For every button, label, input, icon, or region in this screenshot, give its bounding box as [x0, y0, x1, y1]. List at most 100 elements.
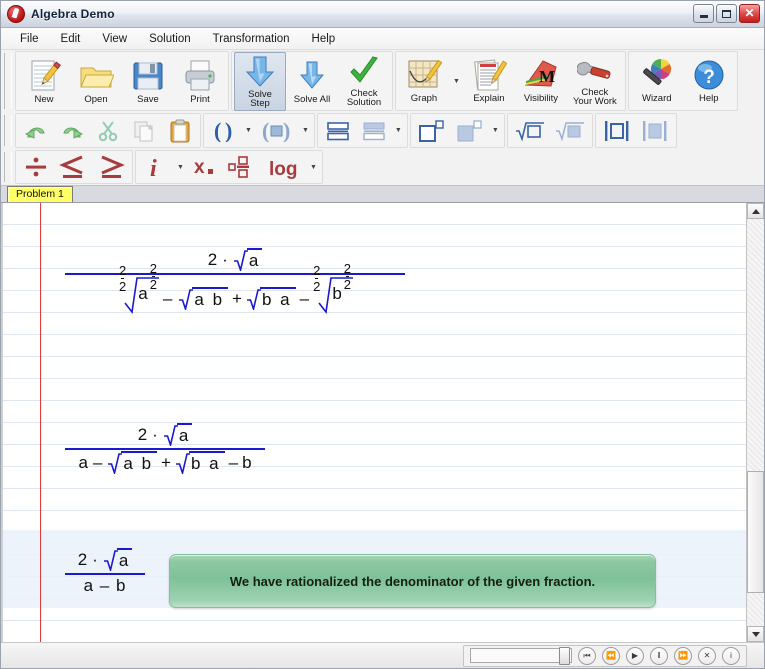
log-dropdown-arrow[interactable]: ▼ [307, 164, 320, 171]
step-1-num-radical: a [233, 248, 263, 271]
scroll-down-button[interactable] [747, 626, 764, 642]
parentheses-button[interactable]: ( ) [206, 114, 242, 148]
divide-button[interactable] [18, 150, 54, 184]
fast-forward-button[interactable]: ⏩ [674, 646, 692, 665]
info-button[interactable]: i [722, 646, 740, 665]
toolbar-grip[interactable] [4, 53, 12, 109]
scrollbar-track[interactable] [747, 219, 764, 626]
scrollbar-thumb[interactable] [747, 471, 764, 594]
maximize-button[interactable] [716, 4, 737, 23]
absolute-value-filled-button[interactable] [636, 114, 674, 148]
step-1-expression[interactable]: 2 · a 2 2 a 2 2 – a b + b a – 2 2 b 2 2 [65, 248, 405, 321]
nth-root-button[interactable] [510, 114, 550, 148]
step-2-expression[interactable]: 2 · a a – a b + b a – b [65, 423, 265, 474]
graph-dropdown-arrow[interactable]: ▼ [450, 78, 463, 85]
svg-text:?: ? [703, 67, 715, 88]
absolute-value-button[interactable] [598, 114, 636, 148]
step-2-den-radical-2: b a [175, 451, 225, 474]
subscript-button[interactable]: x [187, 150, 223, 184]
scroll-up-button[interactable] [747, 203, 764, 219]
print-button[interactable]: Print [174, 55, 226, 107]
menu-item-edit[interactable]: Edit [50, 31, 92, 47]
playback-slider[interactable] [470, 647, 572, 665]
new-button[interactable]: New [18, 55, 70, 107]
visibility-button[interactable]: M Visibility [515, 56, 567, 106]
check-solution-button[interactable]: Check Solution [338, 53, 390, 110]
menu-item-transformation[interactable]: Transformation [202, 31, 301, 47]
explain-button[interactable]: Explain [463, 56, 515, 106]
greater-equal-button[interactable] [92, 150, 130, 184]
wizard-button[interactable]: Wizard [631, 56, 683, 106]
tab-problem-1[interactable]: Problem 1 [7, 186, 73, 202]
parentheses-dropdown-arrow[interactable]: ▼ [242, 127, 255, 134]
power-filled-button[interactable] [451, 114, 489, 148]
vertical-scrollbar[interactable] [746, 203, 764, 642]
go-to-start-button[interactable]: ⏮ [578, 646, 596, 665]
cut-button[interactable] [90, 114, 126, 148]
worksheet-canvas[interactable]: 2 · a 2 2 a 2 2 – a b + b a – 2 2 b 2 2 … [1, 203, 746, 642]
rewind-button[interactable]: ⏪ [602, 646, 620, 665]
explanation-bubble[interactable]: We have rationalized the denominator of … [169, 554, 656, 608]
stack-align-button[interactable] [356, 114, 392, 148]
toolbar-grip-3[interactable] [4, 152, 12, 182]
power-button[interactable] [413, 114, 451, 148]
save-button[interactable]: Save [122, 55, 174, 107]
menu-item-solution[interactable]: Solution [138, 31, 202, 47]
toolbar-grip-2[interactable] [4, 115, 12, 146]
pause-button[interactable]: ‖ [650, 646, 668, 665]
power-square-icon [418, 119, 444, 142]
redo-button[interactable] [54, 114, 90, 148]
step-3-fraction-bar [65, 573, 145, 575]
toolbar-row-main: New Open Save Print Solve Step Solve All… [1, 50, 764, 112]
stack-equal-button[interactable] [320, 114, 356, 148]
stop-button[interactable]: ✕ [698, 646, 716, 665]
step-1-den-radical-1: 2 2 a 2 2 [119, 262, 160, 321]
power-dropdown-arrow[interactable]: ▼ [489, 127, 502, 134]
help-button[interactable]: ? Help [683, 56, 735, 106]
check-your-work-button[interactable]: Check Your Work [567, 54, 623, 109]
imaginary-dropdown-arrow[interactable]: ▼ [174, 164, 187, 171]
print-button-label: Print [190, 94, 210, 105]
graph-plot-icon [408, 59, 442, 88]
algebra-app-icon [7, 5, 25, 23]
close-button[interactable]: ✕ [739, 4, 760, 23]
menu-item-view[interactable]: View [91, 31, 138, 47]
graph-button[interactable]: Graph [398, 56, 450, 106]
exponent-denominator: 2 [149, 277, 157, 292]
step-3-num-dot: · [92, 549, 98, 569]
solve-all-button-label: Solve All [293, 94, 331, 105]
radical-sign-icon [179, 289, 194, 310]
copy-button[interactable] [126, 114, 162, 148]
stack-align-icon [363, 122, 385, 140]
paste-button[interactable] [162, 114, 198, 148]
playback-slider-thumb[interactable] [559, 647, 570, 665]
solve-step-button[interactable]: Solve Step [234, 51, 286, 111]
nth-root-filled-button[interactable] [550, 114, 590, 148]
new-button-label: New [34, 94, 54, 105]
play-button[interactable]: ▶ [626, 646, 644, 665]
work-area: 2 · a 2 2 a 2 2 – a b + b a – 2 2 b 2 2 … [1, 203, 764, 642]
solve-all-button[interactable]: Solve All [286, 55, 338, 107]
step-2-fraction: 2 · a a – a b + b a – b [65, 423, 265, 474]
stack-dropdown-arrow[interactable]: ▼ [392, 127, 405, 134]
scissors-cut-icon [98, 120, 118, 141]
parentheses-filled-dropdown-arrow[interactable]: ▼ [299, 127, 312, 134]
step-3-expression[interactable]: 2 · a a – b [65, 548, 145, 596]
open-button[interactable]: Open [70, 55, 122, 107]
mixed-fraction-button[interactable] [223, 150, 263, 184]
minimize-button[interactable] [693, 4, 714, 23]
radical-sign-icon [103, 550, 118, 571]
radical-sign-icon [108, 453, 123, 474]
less-equal-button[interactable] [54, 150, 92, 184]
log-button[interactable]: log [263, 150, 307, 184]
menu-item-file[interactable]: File [9, 31, 50, 47]
undo-button[interactable] [18, 114, 54, 148]
step-1-den-op-3: – [299, 288, 310, 308]
imaginary-unit-button[interactable]: i [138, 150, 174, 184]
power-filled-square-icon [457, 119, 482, 141]
parentheses-filled-button[interactable]: ( ) [255, 114, 299, 148]
radical-sign-icon [163, 425, 178, 446]
menu-item-help[interactable]: Help [301, 31, 347, 47]
toolbar-group-relations [15, 150, 133, 184]
nth-root-icon [515, 121, 544, 142]
